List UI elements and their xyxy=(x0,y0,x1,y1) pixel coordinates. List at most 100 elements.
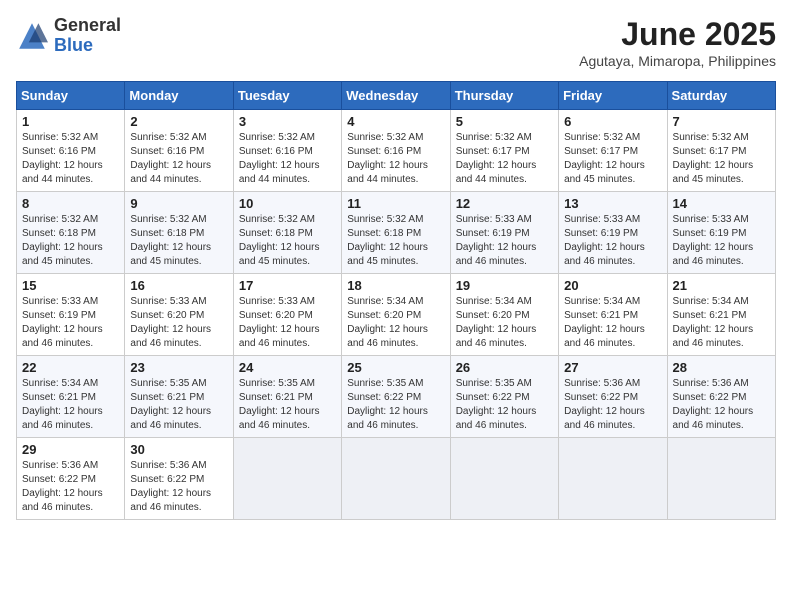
day-number: 1 xyxy=(22,114,119,129)
calendar-week-4: 22 Sunrise: 5:34 AM Sunset: 6:21 PM Dayl… xyxy=(17,356,776,438)
day-number: 14 xyxy=(673,196,770,211)
day-info: Sunrise: 5:32 AM Sunset: 6:18 PM Dayligh… xyxy=(22,213,119,269)
day-cell-10: 10 Sunrise: 5:32 AM Sunset: 6:18 PM Dayl… xyxy=(233,192,341,274)
day-cell-19: 19 Sunrise: 5:34 AM Sunset: 6:20 PM Dayl… xyxy=(450,274,558,356)
day-info: Sunrise: 5:33 AM Sunset: 6:20 PM Dayligh… xyxy=(130,295,227,351)
day-cell-8: 8 Sunrise: 5:32 AM Sunset: 6:18 PM Dayli… xyxy=(17,192,125,274)
day-info: Sunrise: 5:32 AM Sunset: 6:16 PM Dayligh… xyxy=(347,131,444,187)
day-number: 30 xyxy=(130,442,227,457)
day-cell-22: 22 Sunrise: 5:34 AM Sunset: 6:21 PM Dayl… xyxy=(17,356,125,438)
day-cell-25: 25 Sunrise: 5:35 AM Sunset: 6:22 PM Dayl… xyxy=(342,356,450,438)
day-number: 6 xyxy=(564,114,661,129)
day-cell-17: 17 Sunrise: 5:33 AM Sunset: 6:20 PM Dayl… xyxy=(233,274,341,356)
day-number: 24 xyxy=(239,360,336,375)
day-info: Sunrise: 5:34 AM Sunset: 6:21 PM Dayligh… xyxy=(22,377,119,433)
day-cell-23: 23 Sunrise: 5:35 AM Sunset: 6:21 PM Dayl… xyxy=(125,356,233,438)
day-number: 3 xyxy=(239,114,336,129)
header-monday: Monday xyxy=(125,82,233,110)
day-cell-5: 5 Sunrise: 5:32 AM Sunset: 6:17 PM Dayli… xyxy=(450,110,558,192)
header-friday: Friday xyxy=(559,82,667,110)
logo-icon xyxy=(16,20,48,52)
day-info: Sunrise: 5:33 AM Sunset: 6:20 PM Dayligh… xyxy=(239,295,336,351)
calendar-week-5: 29 Sunrise: 5:36 AM Sunset: 6:22 PM Dayl… xyxy=(17,438,776,520)
day-number: 18 xyxy=(347,278,444,293)
empty-cell xyxy=(233,438,341,520)
day-info: Sunrise: 5:34 AM Sunset: 6:20 PM Dayligh… xyxy=(347,295,444,351)
day-cell-30: 30 Sunrise: 5:36 AM Sunset: 6:22 PM Dayl… xyxy=(125,438,233,520)
day-cell-29: 29 Sunrise: 5:36 AM Sunset: 6:22 PM Dayl… xyxy=(17,438,125,520)
day-number: 8 xyxy=(22,196,119,211)
weekday-header-row: Sunday Monday Tuesday Wednesday Thursday… xyxy=(17,82,776,110)
day-number: 11 xyxy=(347,196,444,211)
location-subtitle: Agutaya, Mimaropa, Philippines xyxy=(579,53,776,69)
calendar-week-3: 15 Sunrise: 5:33 AM Sunset: 6:19 PM Dayl… xyxy=(17,274,776,356)
day-info: Sunrise: 5:32 AM Sunset: 6:18 PM Dayligh… xyxy=(130,213,227,269)
day-number: 4 xyxy=(347,114,444,129)
calendar-week-1: 1 Sunrise: 5:32 AM Sunset: 6:16 PM Dayli… xyxy=(17,110,776,192)
header-wednesday: Wednesday xyxy=(342,82,450,110)
empty-cell xyxy=(667,438,775,520)
day-cell-21: 21 Sunrise: 5:34 AM Sunset: 6:21 PM Dayl… xyxy=(667,274,775,356)
day-number: 23 xyxy=(130,360,227,375)
calendar-table: Sunday Monday Tuesday Wednesday Thursday… xyxy=(16,81,776,520)
day-number: 21 xyxy=(673,278,770,293)
day-info: Sunrise: 5:35 AM Sunset: 6:21 PM Dayligh… xyxy=(130,377,227,433)
header-sunday: Sunday xyxy=(17,82,125,110)
day-info: Sunrise: 5:36 AM Sunset: 6:22 PM Dayligh… xyxy=(22,459,119,515)
day-info: Sunrise: 5:35 AM Sunset: 6:22 PM Dayligh… xyxy=(347,377,444,433)
month-title: June 2025 xyxy=(579,16,776,53)
page-header: General Blue June 2025 Agutaya, Mimaropa… xyxy=(16,16,776,69)
day-info: Sunrise: 5:33 AM Sunset: 6:19 PM Dayligh… xyxy=(456,213,553,269)
day-cell-28: 28 Sunrise: 5:36 AM Sunset: 6:22 PM Dayl… xyxy=(667,356,775,438)
day-info: Sunrise: 5:34 AM Sunset: 6:21 PM Dayligh… xyxy=(673,295,770,351)
day-cell-16: 16 Sunrise: 5:33 AM Sunset: 6:20 PM Dayl… xyxy=(125,274,233,356)
day-number: 13 xyxy=(564,196,661,211)
day-number: 15 xyxy=(22,278,119,293)
day-info: Sunrise: 5:32 AM Sunset: 6:17 PM Dayligh… xyxy=(456,131,553,187)
day-info: Sunrise: 5:33 AM Sunset: 6:19 PM Dayligh… xyxy=(564,213,661,269)
day-number: 12 xyxy=(456,196,553,211)
day-info: Sunrise: 5:36 AM Sunset: 6:22 PM Dayligh… xyxy=(130,459,227,515)
day-info: Sunrise: 5:32 AM Sunset: 6:17 PM Dayligh… xyxy=(673,131,770,187)
day-cell-18: 18 Sunrise: 5:34 AM Sunset: 6:20 PM Dayl… xyxy=(342,274,450,356)
day-cell-2: 2 Sunrise: 5:32 AM Sunset: 6:16 PM Dayli… xyxy=(125,110,233,192)
logo-blue: Blue xyxy=(54,35,93,55)
empty-cell xyxy=(450,438,558,520)
day-info: Sunrise: 5:33 AM Sunset: 6:19 PM Dayligh… xyxy=(22,295,119,351)
day-info: Sunrise: 5:32 AM Sunset: 6:18 PM Dayligh… xyxy=(347,213,444,269)
day-info: Sunrise: 5:32 AM Sunset: 6:18 PM Dayligh… xyxy=(239,213,336,269)
day-info: Sunrise: 5:32 AM Sunset: 6:16 PM Dayligh… xyxy=(130,131,227,187)
day-cell-7: 7 Sunrise: 5:32 AM Sunset: 6:17 PM Dayli… xyxy=(667,110,775,192)
day-info: Sunrise: 5:32 AM Sunset: 6:16 PM Dayligh… xyxy=(22,131,119,187)
title-block: June 2025 Agutaya, Mimaropa, Philippines xyxy=(579,16,776,69)
day-cell-24: 24 Sunrise: 5:35 AM Sunset: 6:21 PM Dayl… xyxy=(233,356,341,438)
day-number: 28 xyxy=(673,360,770,375)
header-thursday: Thursday xyxy=(450,82,558,110)
day-cell-20: 20 Sunrise: 5:34 AM Sunset: 6:21 PM Dayl… xyxy=(559,274,667,356)
day-cell-13: 13 Sunrise: 5:33 AM Sunset: 6:19 PM Dayl… xyxy=(559,192,667,274)
day-cell-1: 1 Sunrise: 5:32 AM Sunset: 6:16 PM Dayli… xyxy=(17,110,125,192)
day-cell-6: 6 Sunrise: 5:32 AM Sunset: 6:17 PM Dayli… xyxy=(559,110,667,192)
day-info: Sunrise: 5:36 AM Sunset: 6:22 PM Dayligh… xyxy=(564,377,661,433)
day-cell-14: 14 Sunrise: 5:33 AM Sunset: 6:19 PM Dayl… xyxy=(667,192,775,274)
logo-general: General xyxy=(54,15,121,35)
header-saturday: Saturday xyxy=(667,82,775,110)
day-cell-4: 4 Sunrise: 5:32 AM Sunset: 6:16 PM Dayli… xyxy=(342,110,450,192)
day-cell-11: 11 Sunrise: 5:32 AM Sunset: 6:18 PM Dayl… xyxy=(342,192,450,274)
day-number: 27 xyxy=(564,360,661,375)
day-number: 17 xyxy=(239,278,336,293)
day-number: 10 xyxy=(239,196,336,211)
day-number: 16 xyxy=(130,278,227,293)
day-number: 29 xyxy=(22,442,119,457)
day-info: Sunrise: 5:35 AM Sunset: 6:22 PM Dayligh… xyxy=(456,377,553,433)
day-cell-27: 27 Sunrise: 5:36 AM Sunset: 6:22 PM Dayl… xyxy=(559,356,667,438)
day-number: 20 xyxy=(564,278,661,293)
day-number: 22 xyxy=(22,360,119,375)
day-cell-3: 3 Sunrise: 5:32 AM Sunset: 6:16 PM Dayli… xyxy=(233,110,341,192)
day-cell-12: 12 Sunrise: 5:33 AM Sunset: 6:19 PM Dayl… xyxy=(450,192,558,274)
day-number: 2 xyxy=(130,114,227,129)
day-info: Sunrise: 5:34 AM Sunset: 6:21 PM Dayligh… xyxy=(564,295,661,351)
day-number: 25 xyxy=(347,360,444,375)
day-info: Sunrise: 5:32 AM Sunset: 6:17 PM Dayligh… xyxy=(564,131,661,187)
logo-text: General Blue xyxy=(54,16,121,56)
